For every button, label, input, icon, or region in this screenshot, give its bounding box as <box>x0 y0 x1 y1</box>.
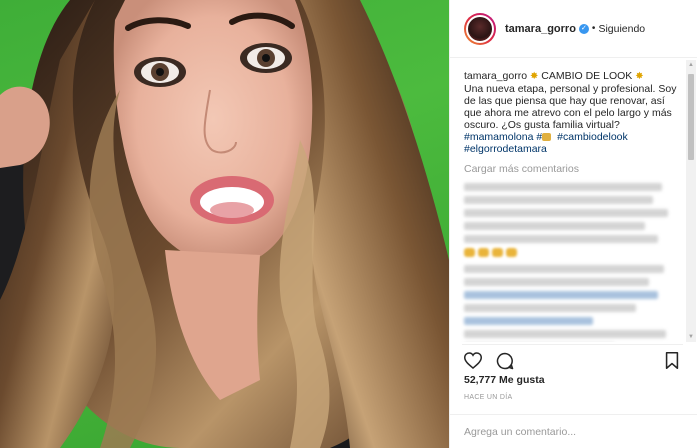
separator-dot: • <box>591 23 596 34</box>
comments-list: tamara_gorro ✸ CAMBIO DE LOOK ✸ Una nuev… <box>450 60 685 342</box>
comments-scrollbar[interactable]: ▲ ▼ <box>686 60 696 342</box>
scroll-up-arrow-icon[interactable]: ▲ <box>687 61 695 69</box>
sparkle-icon: ✸ <box>529 71 539 82</box>
load-more-comments[interactable]: Cargar más comentarios <box>464 163 679 175</box>
likes-count[interactable]: 52,777 Me gusta <box>464 374 545 386</box>
caption: tamara_gorro ✸ CAMBIO DE LOOK ✸ Una nuev… <box>464 70 679 155</box>
post-header: tamara_gorro ✓ • Siguiendo <box>450 0 697 58</box>
hashtag-cambiodelook[interactable]: #cambiodelook <box>557 131 628 143</box>
blurred-comment <box>464 183 679 260</box>
hashtag-mamamolona[interactable]: #mamamolona <box>464 131 533 143</box>
blurred-comment <box>464 330 679 342</box>
header-username[interactable]: tamara_gorro <box>505 23 576 35</box>
comment-icon[interactable] <box>494 350 516 372</box>
portrait-image <box>0 0 449 448</box>
heart-icon[interactable] <box>462 350 484 372</box>
caption-username[interactable]: tamara_gorro <box>464 70 527 82</box>
comment-input[interactable] <box>464 425 683 438</box>
scroll-thumb[interactable] <box>688 74 694 160</box>
hashtag-elgorrodetamara[interactable]: #elgorrodetamara <box>464 143 679 155</box>
scroll-down-arrow-icon[interactable]: ▼ <box>687 333 695 341</box>
sparkle-icon: ✸ <box>635 71 644 82</box>
following-button[interactable]: Siguiendo <box>598 23 645 35</box>
instagram-post: tamara_gorro ✓ • Siguiendo tamara_gorro … <box>0 0 697 448</box>
verified-badge-icon: ✓ <box>578 23 589 34</box>
caption-title: CAMBIO DE LOOK <box>541 70 633 82</box>
avatar[interactable] <box>464 12 496 45</box>
add-comment-bar <box>450 414 697 448</box>
hashtag-emoji[interactable]: # <box>536 131 554 143</box>
bookmark-icon[interactable] <box>661 350 683 372</box>
post-side-panel: tamara_gorro ✓ • Siguiendo tamara_gorro … <box>449 0 697 448</box>
caption-body: Una nueva etapa, personal y profesional.… <box>464 83 677 131</box>
action-bar <box>462 344 683 372</box>
post-photo[interactable] <box>0 0 449 448</box>
blurred-comment <box>464 265 679 325</box>
post-timestamp[interactable]: HACE UN DÍA <box>464 394 512 401</box>
